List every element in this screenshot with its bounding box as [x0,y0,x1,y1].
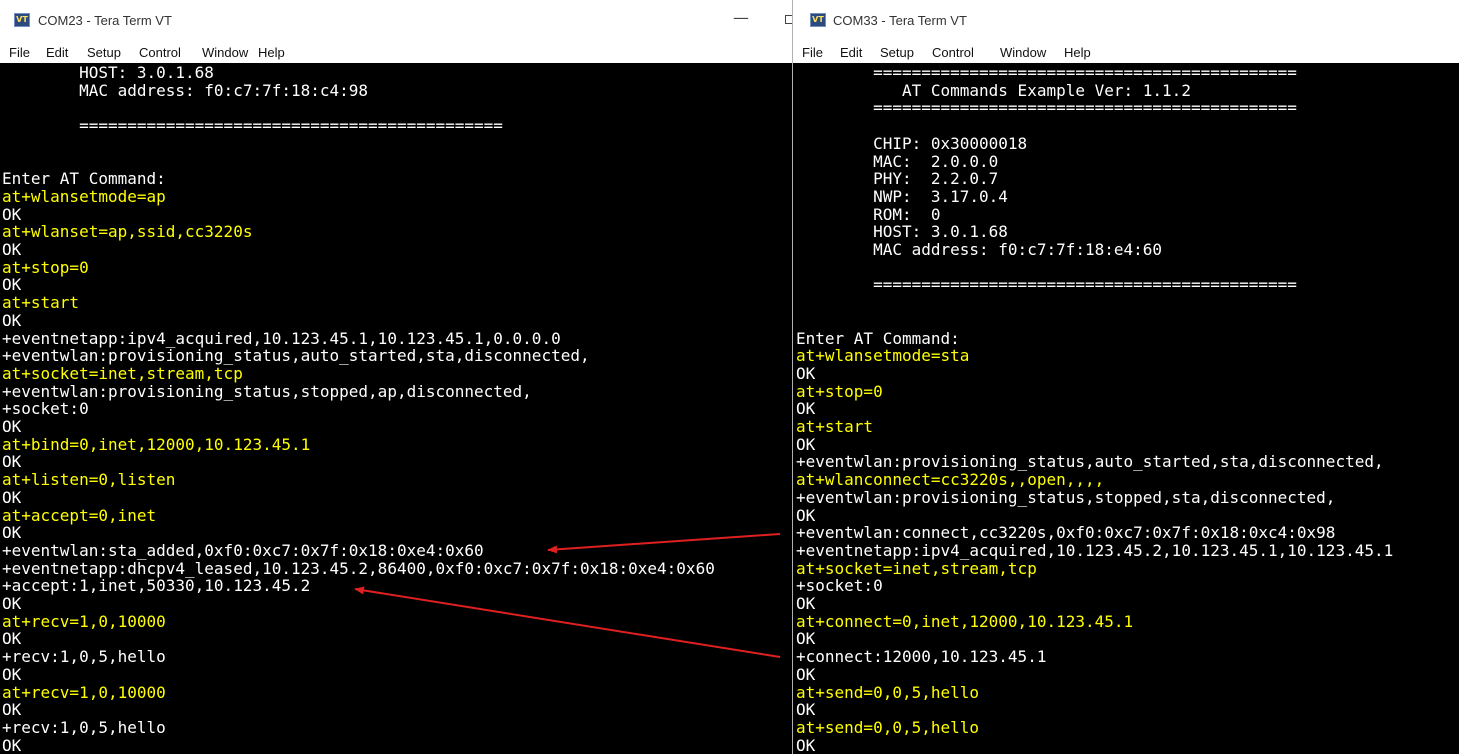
command-line: at+send=0,0,5,hello [796,682,980,702]
output-line: +eventwlan:sta_added,0xf0:0xc7:0x7f:0x18… [2,540,484,560]
command-line: at+socket=inet,stream,tcp [2,363,243,383]
command-line: at+wlansetmode=sta [796,346,970,366]
output-line: OK [2,735,22,754]
output-line: CHIP: 0x30000018 [796,133,1028,153]
output-line: +socket:0 [796,576,883,596]
output-line: ========================================… [796,275,1297,295]
output-line: +eventwlan:provisioning_status,stopped,s… [796,487,1336,507]
output-line: NWP: 3.17.0.4 [796,186,1008,206]
teraterm-app-icon: VT [14,13,30,27]
command-line: at+start [796,417,874,436]
command-line: at+socket=inet,stream,tcp [796,558,1037,578]
output-line: OK [2,523,22,543]
output-line: +recv:1,0,5,hello [2,647,166,667]
command-line: at+recv=1,0,10000 [2,682,166,702]
right-window-title: COM33 - Tera Term VT [833,13,967,28]
output-line: OK [796,629,816,649]
command-line: at+listen=0,listen [2,470,176,490]
menu-edit[interactable]: Edit [840,44,862,62]
output-line: MAC address: f0:c7:7f:18:e4:60 [796,240,1163,259]
right-terminal-output[interactable]: ========================================… [793,63,1459,754]
output-line: OK [796,505,816,525]
output-line: +accept:1,inet,50330,10.123.45.2 [2,576,311,596]
command-line: at+wlanset=ap,ssid,cc3220s [2,222,253,242]
output-line: HOST: 3.0.1.68 [796,222,1008,242]
right-menu-bar: File Edit Setup Control Window Help [793,44,1459,62]
output-line: OK [796,363,816,383]
output-line: +eventnetapp:ipv4_acquired,10.123.45.2,1… [796,540,1394,560]
output-line: OK [796,700,816,720]
output-line: OK [2,629,22,649]
output-line: +eventnetapp:ipv4_acquired,10.123.45.1,1… [2,328,561,348]
output-line: OK [2,487,22,507]
menu-help[interactable]: Help [258,44,285,62]
command-line: at+stop=0 [2,257,89,277]
output-line: OK [2,700,22,720]
command-line: at+accept=0,inet [2,505,157,525]
output-line: OK [2,204,22,224]
menu-setup[interactable]: Setup [880,44,914,62]
command-line: at+send=0,0,5,hello [796,717,980,737]
restore-icon[interactable] [785,15,792,24]
output-line: OK [2,240,22,259]
menu-edit[interactable]: Edit [46,44,68,62]
command-line: at+connect=0,inet,12000,10.123.45.1 [796,611,1134,631]
output-line: OK [796,664,816,684]
output-line: +recv:1,0,5,hello [2,717,166,737]
output-line: +eventwlan:provisioning_status,auto_star… [796,452,1384,472]
output-line: OK [2,417,22,436]
output-line: +eventwlan:provisioning_status,auto_star… [2,346,590,366]
output-line: +socket:0 [2,399,89,419]
left-window-title: COM23 - Tera Term VT [38,13,172,28]
output-line: OK [796,434,816,454]
left-terminal-window: VT COM23 - Tera Term VT — File Edit Setu… [0,0,792,754]
menu-control[interactable]: Control [139,44,181,62]
output-line: ========================================… [2,116,503,136]
output-line: OK [796,399,816,419]
left-title-bar[interactable]: VT COM23 - Tera Term VT — [0,0,792,44]
output-line: OK [2,452,22,472]
output-line: PHY: 2.2.0.7 [796,169,999,189]
output-line: MAC: 2.0.0.0 [796,151,999,171]
command-line: at+bind=0,inet,12000,10.123.45.1 [2,434,311,454]
output-line: MAC address: f0:c7:7f:18:c4:98 [2,80,369,100]
command-line: at+stop=0 [796,381,883,401]
output-line: OK [2,664,22,684]
output-line: +eventnetapp:dhcpv4_leased,10.123.45.2,8… [2,558,715,578]
command-line: at+wlansetmode=ap [2,186,166,206]
output-line: OK [796,594,816,613]
output-line: OK [2,594,22,613]
output-line: +connect:12000,10.123.45.1 [796,647,1047,667]
right-terminal-window: VT COM33 - Tera Term VT File Edit Setup … [792,0,1459,754]
menu-control[interactable]: Control [932,44,974,62]
output-line: HOST: 3.0.1.68 [2,63,214,82]
command-line: at+recv=1,0,10000 [2,611,166,631]
teraterm-app-icon: VT [810,13,826,27]
output-line: OK [2,310,22,330]
menu-file[interactable]: File [802,44,823,62]
output-line: OK [2,275,22,295]
command-line: at+wlanconnect=cc3220s,,open,,,, [796,470,1105,490]
menu-window[interactable]: Window [1000,44,1046,62]
output-line: AT Commands Example Ver: 1.1.2 [796,80,1191,100]
output-line: ========================================… [796,63,1297,82]
output-line: ROM: 0 [796,204,941,224]
output-line: Enter AT Command: [2,169,166,189]
minimize-button[interactable]: — [733,8,749,28]
left-menu-bar: File Edit Setup Control Window Help [0,44,792,62]
output-line: ========================================… [796,98,1297,118]
right-title-bar[interactable]: VT COM33 - Tera Term VT [793,0,1459,44]
menu-setup[interactable]: Setup [87,44,121,62]
command-line: at+start [2,293,80,313]
menu-help[interactable]: Help [1064,44,1091,62]
left-terminal-output[interactable]: HOST: 3.0.1.68 MAC address: f0:c7:7f:18:… [0,63,792,754]
output-line: Enter AT Command: [796,328,960,348]
output-line: +eventwlan:provisioning_status,stopped,a… [2,381,532,401]
menu-file[interactable]: File [9,44,30,62]
menu-window[interactable]: Window [202,44,248,62]
output-line: OK [796,735,816,754]
output-line: +eventwlan:connect,cc3220s,0xf0:0xc7:0x7… [796,523,1336,543]
